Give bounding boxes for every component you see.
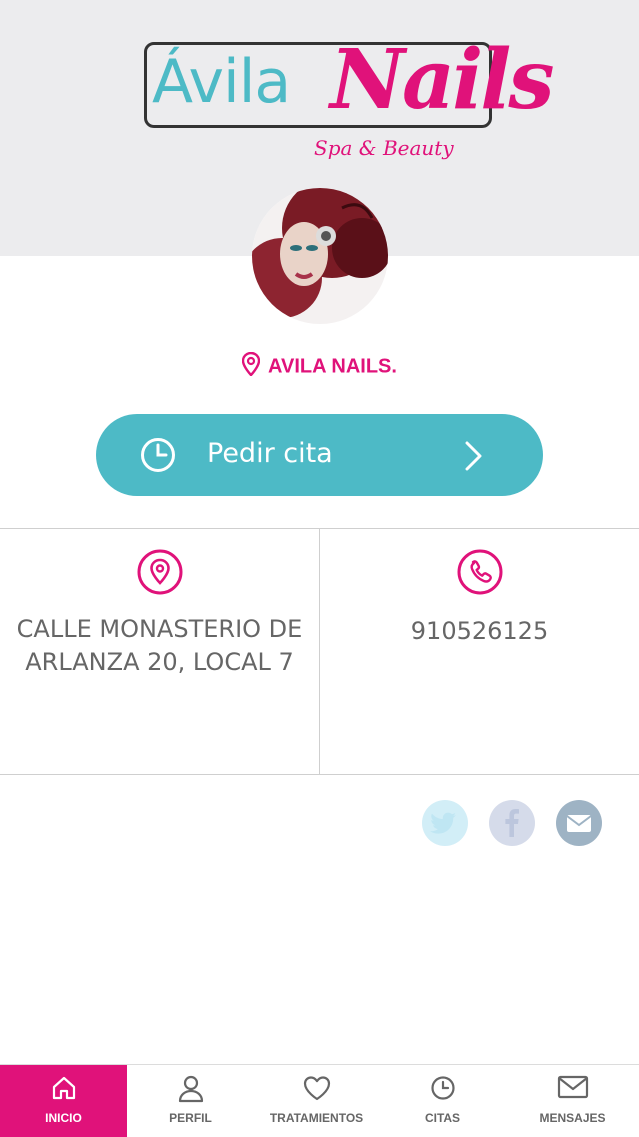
heart-icon — [303, 1075, 331, 1105]
brand-logo: Ávila Nails Spa & Beauty — [142, 30, 555, 170]
phone-number: 910526125 — [410, 617, 549, 645]
tab-label: TRATAMIENTOS — [269, 1111, 364, 1125]
business-name-row: AVILA NAILS. — [0, 351, 639, 382]
book-appointment-label: Pedir cita — [207, 438, 333, 469]
tab-tratamientos[interactable]: TRATAMIENTOS — [254, 1065, 379, 1137]
tab-citas[interactable]: CITAS — [379, 1065, 506, 1137]
user-icon — [178, 1075, 204, 1107]
business-name: AVILA NAILS. — [268, 355, 397, 378]
home-icon — [51, 1075, 77, 1105]
logo-word-nails: Nails — [330, 32, 555, 128]
mail-icon[interactable] — [556, 800, 602, 846]
tab-label: CITAS — [424, 1111, 461, 1125]
tab-inicio[interactable]: INICIO — [0, 1065, 127, 1137]
address-cell[interactable]: CALLE MONASTERIO DE ARLANZA 20, LOCAL 7 — [0, 529, 319, 775]
twitter-icon[interactable] — [422, 800, 468, 846]
phone-icon — [457, 549, 503, 595]
tab-label: PERFIL — [169, 1111, 212, 1125]
logo-tagline: Spa & Beauty — [314, 136, 454, 160]
business-avatar — [252, 188, 388, 324]
mail-icon — [557, 1075, 589, 1103]
address-line-2: ARLANZA 20, LOCAL 7 — [25, 648, 294, 676]
clock-icon — [430, 1075, 456, 1105]
phone-cell[interactable]: 910526125 — [320, 529, 639, 775]
contact-info-grid: CALLE MONASTERIO DE ARLANZA 20, LOCAL 7 … — [0, 528, 639, 775]
tab-mensajes[interactable]: MENSAJES — [506, 1065, 639, 1137]
clock-icon — [140, 437, 176, 477]
location-pin-icon — [241, 351, 261, 382]
book-appointment-button[interactable]: Pedir cita — [96, 414, 543, 496]
facebook-icon[interactable] — [489, 800, 535, 846]
address-line-1: CALLE MONASTERIO DE — [16, 615, 303, 643]
chevron-right-icon — [464, 441, 484, 475]
bottom-tab-bar: INICIO PERFIL TRATAMIENTOS CITAS MENSAJE… — [0, 1064, 639, 1137]
tab-label: MENSAJES — [539, 1111, 606, 1125]
tab-perfil[interactable]: PERFIL — [127, 1065, 254, 1137]
location-pin-icon — [137, 549, 183, 595]
logo-word-avila: Ávila — [152, 47, 291, 117]
tab-label: INICIO — [45, 1111, 82, 1125]
